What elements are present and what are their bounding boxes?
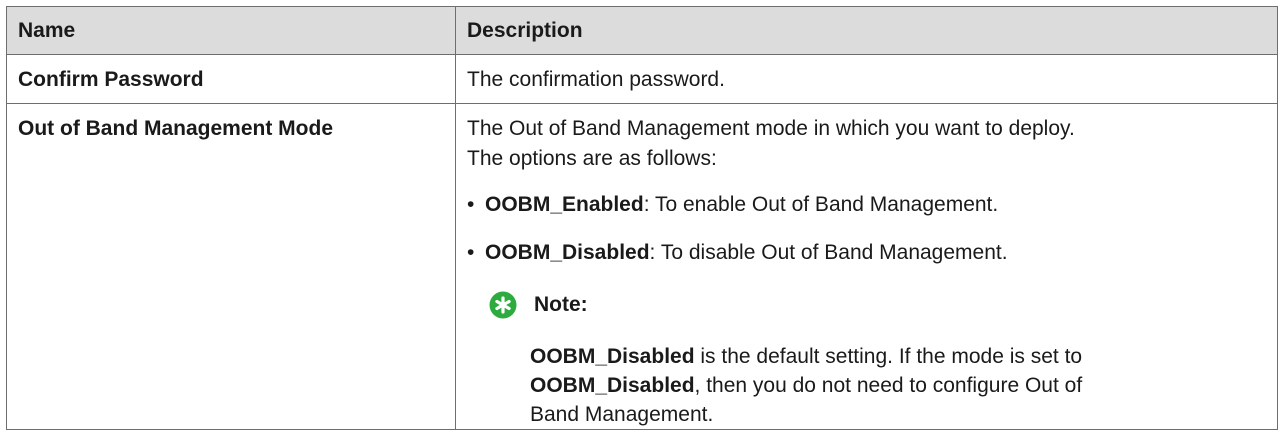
table-header-row: Name Description <box>6 6 1278 55</box>
column-header-description: Description <box>455 6 1278 55</box>
parameter-name: Out of Band Management Mode <box>6 103 456 430</box>
note-body: OOBM_Disabled is the default setting. If… <box>489 322 1266 429</box>
parameter-description: The confirmation password. <box>455 54 1278 104</box>
option-text: : To disable Out of Band Management. <box>649 241 1008 264</box>
note-text: Band Management. <box>530 403 714 426</box>
note-star-icon <box>489 291 517 319</box>
option-term: OOBM_Enabled <box>485 193 644 216</box>
intro-line-1: The Out of Band Management mode in which… <box>467 117 1075 140</box>
table-row: Confirm Password The confirmation passwo… <box>6 54 1278 104</box>
bullet-marker: • <box>467 193 475 216</box>
intro-line-2: The options are as follows: <box>467 147 717 170</box>
parameter-name: Confirm Password <box>6 54 456 104</box>
option-item: • OOBM_Enabled: To enable Out of Band Man… <box>456 182 1277 230</box>
option-text: : To enable Out of Band Management. <box>643 193 999 216</box>
note-term: OOBM_Disabled <box>530 374 695 397</box>
note-text: is the default setting. If the mode is s… <box>694 345 1083 368</box>
parameter-description: The Out of Band Management mode in which… <box>455 103 1278 430</box>
note-term: OOBM_Disabled <box>530 345 695 368</box>
parameters-table: Name Description Confirm Password The co… <box>6 6 1278 430</box>
note-text: , then you do not need to configure Out … <box>694 374 1083 397</box>
option-term: OOBM_Disabled <box>485 241 650 264</box>
column-header-name: Name <box>6 6 456 55</box>
bullet-marker: • <box>467 241 475 264</box>
note-block: Note: OOBM_Disabled is the default setti… <box>456 278 1277 429</box>
note-label: Note: <box>534 293 588 316</box>
description-intro: The Out of Band Management mode in which… <box>456 104 1277 182</box>
table-row: Out of Band Management Mode The Out of B… <box>6 103 1278 430</box>
note-heading: Note: <box>489 288 1266 322</box>
option-item: • OOBM_Disabled: To disable Out of Band M… <box>456 230 1277 278</box>
